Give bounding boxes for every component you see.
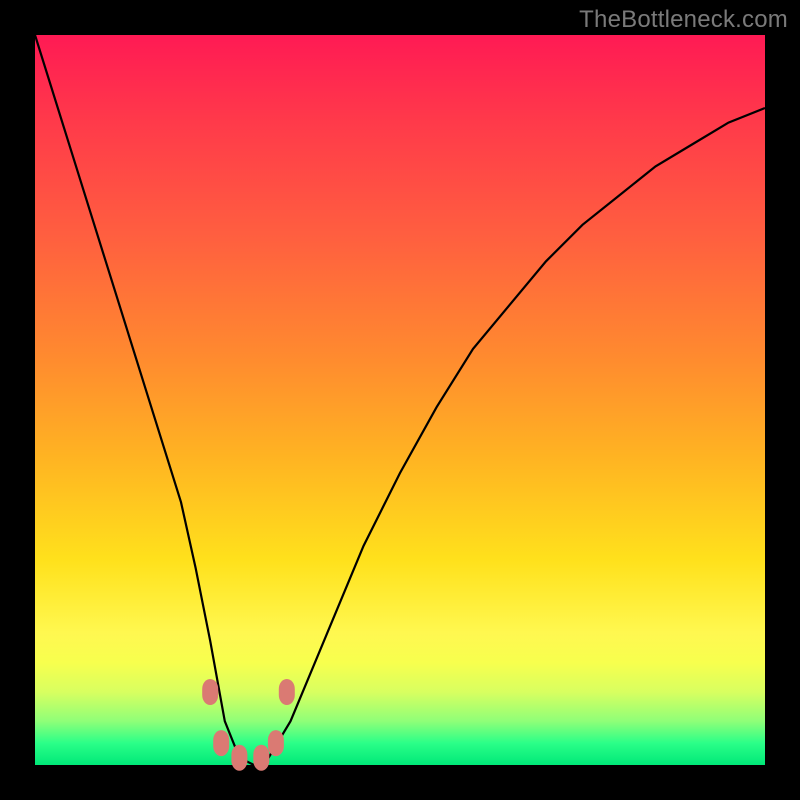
curve-marker <box>268 730 284 756</box>
curve-markers <box>202 679 295 771</box>
curve-marker <box>279 679 295 705</box>
plot-area <box>35 35 765 765</box>
watermark-text: TheBottleneck.com <box>579 6 788 34</box>
curve-marker <box>213 730 229 756</box>
curve-marker <box>231 745 247 771</box>
chart-frame: TheBottleneck.com <box>0 0 800 800</box>
curve-marker <box>253 745 269 771</box>
curve-marker <box>202 679 218 705</box>
curve-svg <box>35 35 765 765</box>
bottleneck-curve <box>35 35 765 765</box>
